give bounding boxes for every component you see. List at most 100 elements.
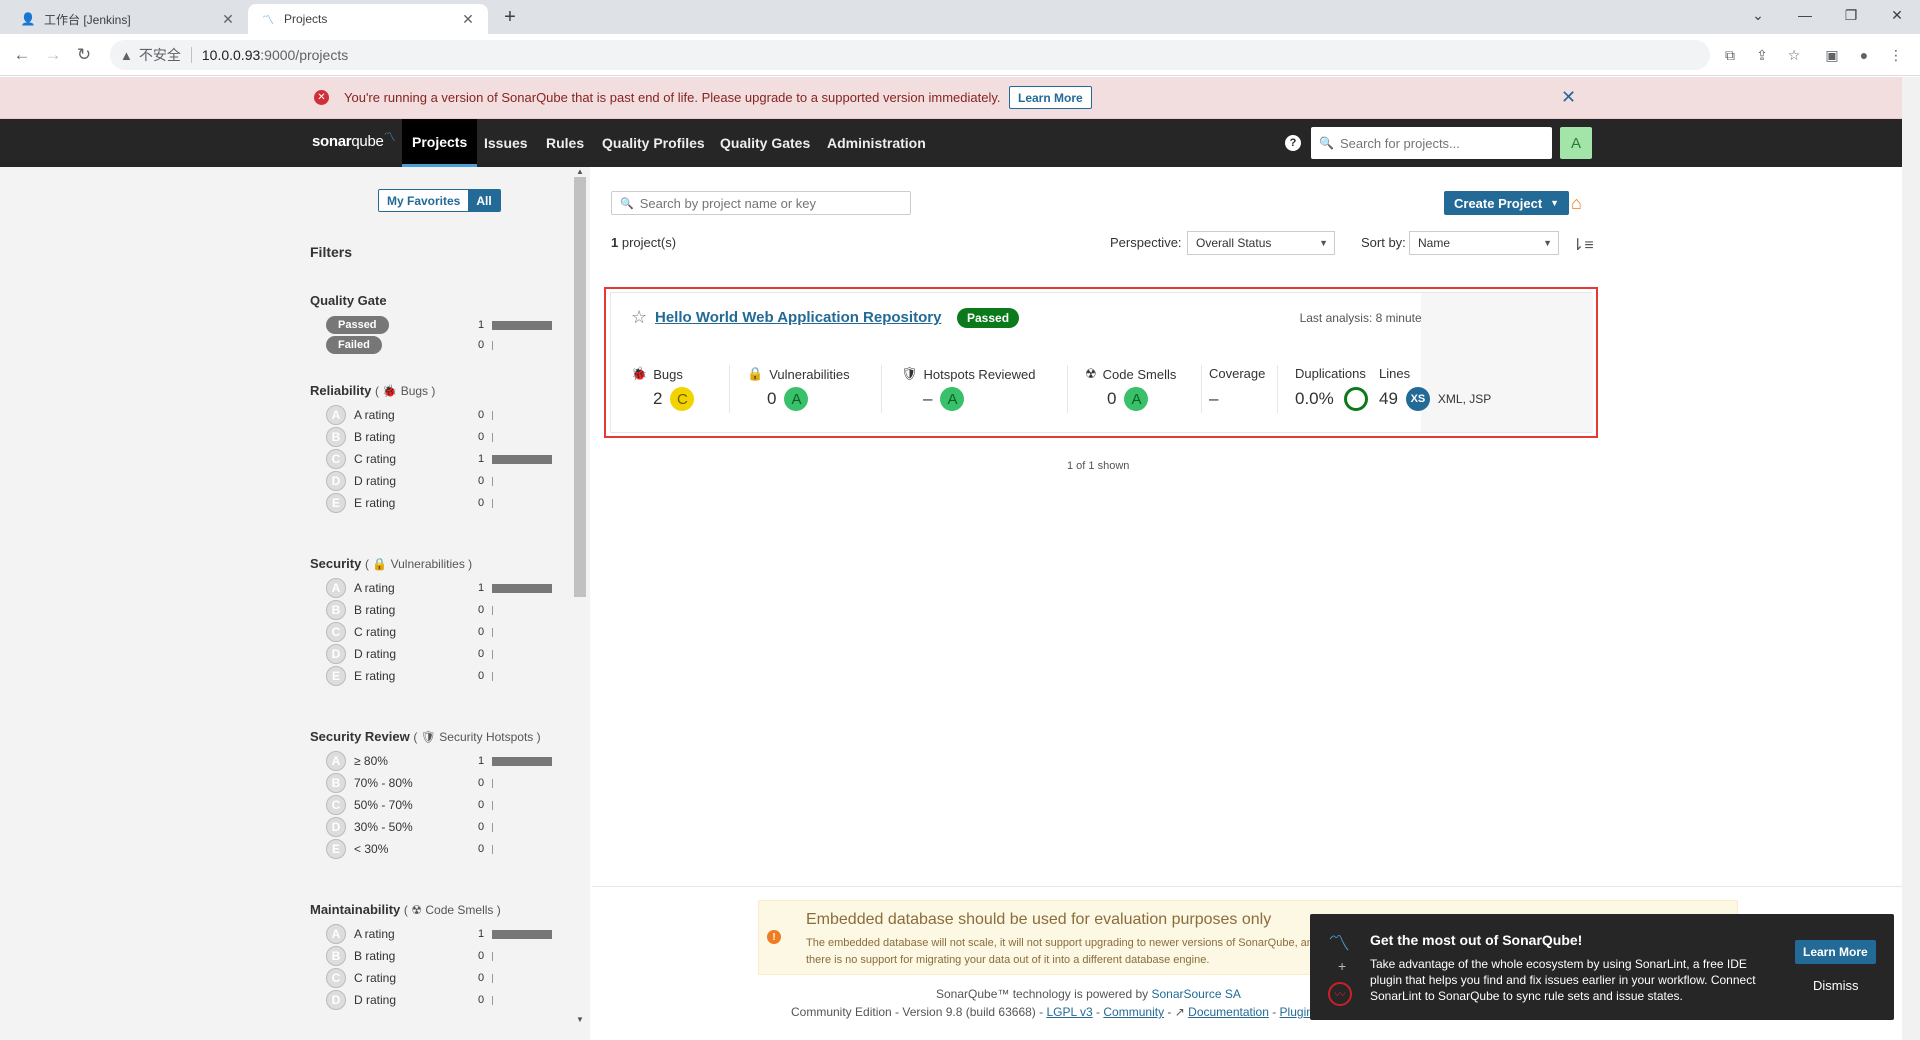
warning-body: The embedded database will not scale, it… — [806, 937, 1320, 966]
sort-select[interactable]: Name ▼ — [1409, 231, 1559, 255]
reload-icon[interactable]: ↻ — [72, 43, 96, 67]
bookmark-star-icon[interactable]: ☆ — [1782, 43, 1806, 67]
eol-learn-more-button[interactable]: Learn More — [1009, 86, 1092, 109]
filter-row-maintainability[interactable]: A A rating 1 — [326, 924, 554, 944]
filter-row-reliability[interactable]: C C rating 1 — [326, 449, 554, 469]
bugs-value[interactable]: 2C — [653, 387, 695, 411]
create-project-button[interactable]: Create Project ▼ — [1444, 191, 1570, 215]
nav-issues[interactable]: Issues — [474, 119, 538, 167]
avatar[interactable]: A — [1560, 127, 1592, 159]
filter-row-security_review[interactable]: E < 30% 0 — [326, 839, 554, 859]
favorite-star-icon[interactable]: ☆ — [631, 307, 647, 328]
filter-row-reliability[interactable]: D D rating 0 — [326, 471, 554, 491]
profile-icon[interactable]: ● — [1852, 43, 1876, 67]
filter-count-bar — [492, 433, 493, 442]
filter-row-security_review[interactable]: D 30% - 50% 0 — [326, 817, 554, 837]
nav-quality-profiles[interactable]: Quality Profiles — [592, 119, 715, 167]
code-smells-value[interactable]: 0A — [1107, 387, 1149, 411]
project-search-input[interactable] — [639, 195, 910, 211]
filter-label: B rating — [354, 430, 396, 444]
tab-search-chevron-icon[interactable]: ⌄ — [1735, 0, 1781, 30]
documentation-link[interactable]: Documentation — [1188, 1005, 1269, 1019]
sidebar-scrollbar[interactable] — [574, 177, 586, 597]
filter-row-reliability[interactable]: B B rating 0 — [326, 427, 554, 447]
share-icon[interactable]: ⇪ — [1750, 43, 1774, 67]
promotion-learn-more-button[interactable]: Learn More — [1795, 940, 1876, 964]
reliability-title: Reliability ( 🐞 Bugs ) — [310, 383, 436, 398]
nav-quality-gates[interactable]: Quality Gates — [710, 119, 820, 167]
filter-count-bar — [492, 952, 493, 961]
global-search[interactable]: 🔍 — [1311, 127, 1552, 159]
lgpl-link[interactable]: LGPL v3 — [1046, 1005, 1092, 1019]
rating-letter: C — [326, 795, 346, 815]
filter-row-security_review[interactable]: B 70% - 80% 0 — [326, 773, 554, 793]
filter-row-security[interactable]: B B rating 0 — [326, 600, 554, 620]
close-tab-icon[interactable]: ✕ — [460, 11, 476, 28]
filter-row-security[interactable]: D D rating 0 — [326, 644, 554, 664]
filter-row-quality_gate[interactable]: Passed 1 — [326, 315, 554, 335]
filter-row-reliability[interactable]: A A rating 0 — [326, 405, 554, 425]
close-tab-icon[interactable]: ✕ — [220, 11, 236, 28]
nav-projects[interactable]: Projects — [402, 119, 478, 167]
filter-row-security[interactable]: A A rating 1 — [326, 578, 554, 598]
all-button[interactable]: All — [468, 190, 500, 211]
help-icon[interactable]: ? — [1285, 135, 1301, 151]
back-icon[interactable]: ← — [10, 43, 34, 67]
coverage-value[interactable]: – — [1209, 387, 1218, 411]
external-link-icon: ↗ — [1174, 1005, 1185, 1019]
my-favorites-button[interactable]: My Favorites — [379, 190, 469, 211]
home-icon[interactable]: ⌂ — [1571, 193, 1582, 214]
filter-row-maintainability[interactable]: B B rating 0 — [326, 946, 554, 966]
filter-row-security[interactable]: C C rating 0 — [326, 622, 554, 642]
rating-letter: E — [326, 666, 346, 686]
divider — [1067, 365, 1068, 413]
hotspots-value[interactable]: – A — [923, 387, 965, 411]
restore-button[interactable]: ❐ — [1828, 0, 1874, 30]
menu-dots-icon[interactable]: ⋮ — [1884, 43, 1908, 67]
filter-row-security_review[interactable]: C 50% - 70% 0 — [326, 795, 554, 815]
lines-value: 49 XS XML, JSP — [1379, 387, 1491, 411]
warning-icon: ! — [767, 930, 781, 944]
scroll-up-icon[interactable]: ▲ — [576, 167, 584, 176]
filter-count: 1 — [478, 319, 485, 331]
community-link[interactable]: Community — [1103, 1005, 1164, 1019]
minimize-button[interactable]: — — [1782, 0, 1828, 30]
browser-tab-jenkins[interactable]: 👤 工作台 [Jenkins] ✕ — [8, 4, 248, 34]
page-scrollbar[interactable] — [1902, 77, 1920, 1040]
languages: XML, JSP — [1437, 392, 1492, 406]
forward-icon[interactable]: → — [41, 43, 65, 67]
close-icon[interactable]: ✕ — [1561, 87, 1576, 108]
tab-title: Projects — [284, 12, 328, 26]
url-field[interactable]: ▲ 不安全 10.0.0.93:9000/projects — [110, 40, 1710, 70]
global-search-input[interactable] — [1339, 135, 1550, 151]
new-tab-button[interactable]: + — [498, 6, 522, 29]
sonarqube-logo[interactable]: sonarqube〽 — [312, 130, 396, 150]
filter-row-security_review[interactable]: A ≥ 80% 1 — [326, 751, 554, 771]
close-window-button[interactable]: ✕ — [1874, 0, 1920, 30]
scroll-thumb[interactable] — [1905, 77, 1917, 1040]
sort-order-icon[interactable]: ⇂≡ — [1571, 235, 1594, 255]
rating-letter: D — [326, 644, 346, 664]
translate-icon[interactable]: ⧉ — [1718, 43, 1742, 67]
project-search[interactable]: 🔍 — [611, 191, 911, 215]
filter-row-quality_gate[interactable]: Failed 0 — [326, 335, 554, 355]
filter-count: 0 — [478, 799, 485, 811]
browser-tab-projects[interactable]: 〽 Projects ✕ — [248, 4, 488, 34]
filter-row-security[interactable]: E E rating 0 — [326, 666, 554, 686]
filter-row-reliability[interactable]: E E rating 0 — [326, 493, 554, 513]
duplications-value[interactable]: 0.0% — [1295, 387, 1368, 411]
filter-row-maintainability[interactable]: D D rating 0 — [326, 990, 554, 1010]
side-panel-icon[interactable]: ▣ — [1820, 43, 1844, 67]
project-name-link[interactable]: Hello World Web Application Repository — [655, 309, 941, 326]
nav-administration[interactable]: Administration — [817, 119, 936, 167]
sonarsource-link[interactable]: SonarSource SA — [1151, 987, 1240, 1001]
sonarlint-icon: 〰 — [1328, 982, 1352, 1006]
dismiss-button[interactable]: Dismiss — [1813, 978, 1859, 993]
nav-rules[interactable]: Rules — [536, 119, 594, 167]
vulnerabilities-value[interactable]: 0A — [767, 387, 809, 411]
perspective-select[interactable]: Overall Status ▼ — [1187, 231, 1335, 255]
scroll-down-icon[interactable]: ▼ — [576, 1015, 584, 1024]
filter-row-maintainability[interactable]: C C rating 0 — [326, 968, 554, 988]
filter-label: ≥ 80% — [354, 754, 388, 768]
search-icon: 🔍 — [1319, 136, 1334, 150]
